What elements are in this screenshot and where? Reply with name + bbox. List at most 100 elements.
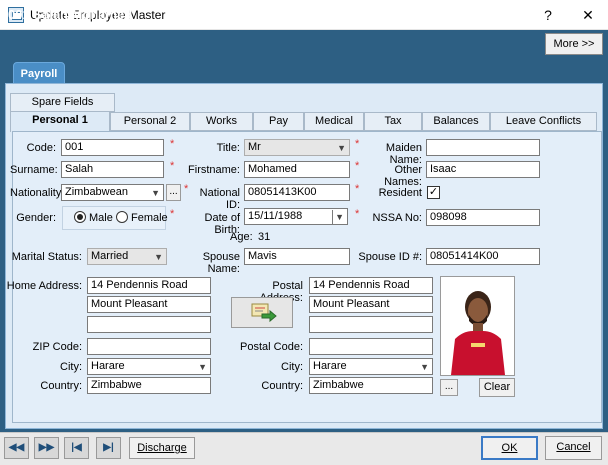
required-mark: * <box>170 138 175 150</box>
spouse-id-field[interactable]: 08051414K00 <box>426 248 540 265</box>
title-label: Title: <box>216 142 240 154</box>
postal-country-label: Country: <box>261 380 303 392</box>
tab-spare-fields[interactable]: Spare Fields <box>10 93 115 112</box>
skip-start-icon: |◀ <box>71 442 82 453</box>
surname-label: Surname: <box>10 164 58 176</box>
required-mark: * <box>170 160 175 172</box>
marital-status-value: Married <box>91 250 129 262</box>
postal-address-line3[interactable] <box>309 316 433 333</box>
city-select[interactable]: Harare ▼ <box>87 358 211 375</box>
nssa-field[interactable]: 098098 <box>426 209 540 226</box>
next-fast-button[interactable]: ▶▶ <box>34 437 59 459</box>
national-id-label: National ID: <box>199 187 240 211</box>
gender-female-label: Female <box>131 212 168 224</box>
zip-code-label: ZIP Code: <box>32 341 82 353</box>
age-label: Age: <box>230 231 253 243</box>
firstname-field[interactable]: Mohamed <box>244 161 350 178</box>
postal-city-label: City: <box>281 361 303 373</box>
discharge-button[interactable]: Discharge <box>129 437 195 459</box>
person-photo-icon <box>441 277 514 375</box>
chevron-down-icon: ▼ <box>420 362 429 372</box>
other-names-label: Other Names: <box>384 164 422 188</box>
zip-code-field[interactable] <box>87 338 211 355</box>
copy-address-icon <box>251 303 277 323</box>
postal-code-label: Postal Code: <box>240 341 303 353</box>
resident-label: Resident <box>378 187 422 199</box>
chevron-down-icon: ▼ <box>151 188 160 198</box>
tab-pay[interactable]: Pay <box>253 112 304 131</box>
postal-city-value: Harare <box>313 360 347 372</box>
ok-button[interactable]: OK <box>481 436 538 460</box>
chevron-down-icon: ▼ <box>154 252 163 262</box>
gender-label: Gender: <box>16 212 56 224</box>
postal-address-line1[interactable]: 14 Pendennis Road <box>309 277 433 294</box>
help-button[interactable]: ? <box>533 5 563 25</box>
gender-male-label: Male <box>89 212 113 224</box>
maiden-name-field[interactable] <box>426 139 540 156</box>
firstname-label: Firstname: <box>188 164 240 176</box>
gender-male-radio[interactable] <box>74 211 86 223</box>
calendar-dropdown-icon: ▼ <box>332 210 344 225</box>
required-mark: * <box>170 208 175 220</box>
spouse-name-field[interactable]: Mavis <box>244 248 350 265</box>
gender-female-radio[interactable] <box>116 211 128 223</box>
postal-city-select[interactable]: Harare ▼ <box>309 358 433 375</box>
nationality-browse-button[interactable]: ... <box>166 184 181 201</box>
tab-balances[interactable]: Balances <box>422 112 490 131</box>
postal-country-field[interactable]: Zimbabwe <box>309 377 433 394</box>
country-label: Country: <box>40 380 82 392</box>
tab-medical[interactable]: Medical <box>304 112 364 131</box>
nationality-select[interactable]: Zimbabwean ▼ <box>61 184 164 201</box>
copy-address-button[interactable] <box>231 297 293 328</box>
tab-leave-conflicts[interactable]: Leave Conflicts <box>490 112 597 131</box>
tab-payroll[interactable]: Payroll <box>13 62 65 84</box>
skip-end-button[interactable]: ▶| <box>96 437 121 459</box>
surname-field[interactable]: Salah <box>61 161 164 178</box>
home-address-line1[interactable]: 14 Pendennis Road <box>87 277 211 294</box>
chevron-down-icon: ▼ <box>198 362 207 372</box>
postal-code-field[interactable] <box>309 338 433 355</box>
age-value: 31 <box>258 231 271 243</box>
skip-start-button[interactable]: |◀ <box>64 437 89 459</box>
marital-status-label: Marital Status: <box>11 251 82 263</box>
tab-personal-2[interactable]: Personal 2 <box>110 112 190 131</box>
title-select[interactable]: Mr ▼ <box>244 139 350 156</box>
tab-personal-1[interactable]: Personal 1 <box>10 111 110 132</box>
photo-browse-button[interactable]: ... <box>440 379 458 396</box>
maiden-name-label: Maiden Name: <box>385 142 422 166</box>
code-field[interactable]: 001 <box>61 139 164 156</box>
fast-forward-icon: ▶▶ <box>38 442 55 453</box>
postal-address-line2[interactable]: Mount Pleasant <box>309 296 433 313</box>
spouse-name-label: Spouse Name: <box>202 251 240 275</box>
national-id-field[interactable]: 08051413K00 <box>244 184 350 201</box>
required-mark: * <box>355 208 360 220</box>
clear-photo-button[interactable]: Clear <box>479 378 515 397</box>
employee-header <box>0 30 608 60</box>
close-button[interactable]: ✕ <box>573 5 603 25</box>
spouse-id-label: Spouse ID #: <box>358 251 422 263</box>
resident-checkbox[interactable]: ✓ <box>427 186 440 199</box>
code-label: Code: <box>26 142 56 154</box>
tab-tax[interactable]: Tax <box>364 112 422 131</box>
nationality-value: Zimbabwean <box>65 186 128 198</box>
cancel-button[interactable]: Cancel <box>545 436 602 460</box>
other-names-field[interactable]: Isaac <box>426 161 540 178</box>
first-record-button[interactable]: ◀◀ <box>4 437 29 459</box>
home-address-line3[interactable] <box>87 316 211 333</box>
nssa-label: NSSA No: <box>372 212 422 224</box>
more-button[interactable]: More >> <box>545 33 603 55</box>
city-label: City: <box>60 361 82 373</box>
country-field[interactable]: Zimbabwe <box>87 377 211 394</box>
required-mark: * <box>355 183 360 195</box>
rewind-icon: ◀◀ <box>8 442 25 453</box>
title-value: Mr <box>248 141 261 153</box>
chevron-down-icon: ▼ <box>337 143 346 153</box>
dob-value: 15/11/1988 <box>248 210 303 222</box>
marital-status-select[interactable]: Married ▼ <box>87 248 167 265</box>
skip-end-icon: ▶| <box>103 442 114 453</box>
dob-picker[interactable]: 15/11/1988 ▼ <box>244 208 348 225</box>
tab-works[interactable]: Works <box>190 112 253 131</box>
employee-photo <box>440 276 515 376</box>
home-address-label: Home Address: <box>6 280 82 292</box>
home-address-line2[interactable]: Mount Pleasant <box>87 296 211 313</box>
